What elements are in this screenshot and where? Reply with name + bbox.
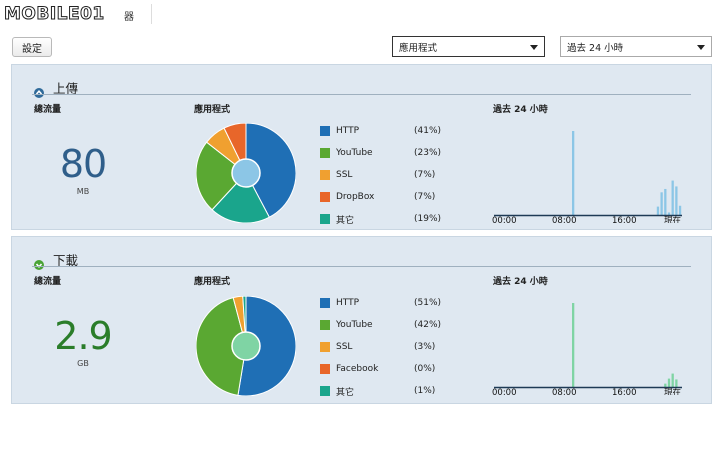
upload-legend-item: DropBox (7%) xyxy=(320,191,450,203)
site-logo: MOBILE01 xyxy=(4,3,105,25)
download-legend-percent: (1%) xyxy=(414,386,436,396)
download-legend-name: 其它 xyxy=(336,387,355,398)
time-range-select-value: 過去 24 小時 xyxy=(567,42,624,54)
download-legend-name: Facebook xyxy=(336,364,379,374)
download-history-tick-label: 08:00 xyxy=(552,388,577,395)
upload-legend-percent: (19%) xyxy=(414,214,442,224)
download-legend-percent: (51%) xyxy=(414,298,442,308)
upload-legend-swatch xyxy=(320,126,330,136)
top-divider xyxy=(151,4,152,24)
download-pie-center xyxy=(231,331,261,361)
download-total-unit: GB xyxy=(77,359,89,368)
download-legend-name: YouTube xyxy=(336,320,373,330)
time-range-select[interactable]: 過去 24 小時 xyxy=(560,36,712,57)
upload-history-bar xyxy=(678,205,682,215)
download-legend-item: HTTP (51%) xyxy=(320,297,450,309)
settings-button[interactable]: 設定 xyxy=(12,37,52,57)
app-select[interactable]: 應用程式 xyxy=(392,36,545,57)
logo-text: MOBILE01 xyxy=(4,4,105,25)
download-legend-item: YouTube (42%) xyxy=(320,319,450,331)
download-history-bar xyxy=(572,303,575,387)
upload-history-bar-chart: 00:00 08:00 16:00 現在 xyxy=(492,131,682,223)
download-legend-item: SSL (3%) xyxy=(320,341,450,353)
top-tab[interactable]: 器 xyxy=(124,8,134,23)
upload-legend-swatch xyxy=(320,214,330,224)
download-history-tick-label: 16:00 xyxy=(612,388,637,395)
upload-legend-swatch xyxy=(320,148,330,158)
download-legend-name: HTTP xyxy=(336,298,360,308)
upload-history-bar xyxy=(656,206,660,215)
upload-legend-item: 其它 (19%) xyxy=(320,213,450,226)
upload-apps-label: 應用程式 xyxy=(194,105,231,115)
chevron-down-icon xyxy=(530,45,538,50)
upload-legend-percent: (23%) xyxy=(414,148,442,158)
download-history-bar xyxy=(667,378,671,387)
upload-legend-item: YouTube (23%) xyxy=(320,147,450,159)
download-panel: 下載 總流量 2.9 GB 應用程式 HTTP (51%) YouTube (42%)… xyxy=(11,236,712,404)
upload-legend-item: HTTP (41%) xyxy=(320,125,450,137)
upload-legend-name: DropBox xyxy=(336,192,375,202)
download-legend-percent: (3%) xyxy=(414,342,436,352)
upload-history-bar xyxy=(660,192,663,215)
download-legend-swatch xyxy=(320,364,330,374)
download-legend-percent: (42%) xyxy=(414,320,442,330)
upload-legend-swatch xyxy=(320,170,330,180)
divider xyxy=(32,266,691,267)
upload-history-bar xyxy=(572,131,575,215)
upload-legend-percent: (7%) xyxy=(414,192,436,202)
upload-legend-item: SSL (7%) xyxy=(320,169,450,181)
upload-history-bar xyxy=(667,212,671,215)
upload-panel: 上傳 總流量 80 MB 應用程式 HTTP (41%) YouTube (23%) S… xyxy=(11,64,712,230)
download-total-value: 2.9 xyxy=(54,314,112,358)
upload-total-value: 80 xyxy=(59,142,107,186)
upload-history-bar xyxy=(664,188,667,215)
download-history-bar xyxy=(671,373,674,387)
upload-legend-name: 其它 xyxy=(336,215,355,226)
upload-pie-center xyxy=(231,158,261,188)
upload-history-tick-label: 16:00 xyxy=(612,216,637,223)
upload-history-label: 過去 24 小時 xyxy=(493,105,548,115)
upload-legend-name: HTTP xyxy=(336,126,360,136)
download-legend-swatch xyxy=(320,298,330,308)
upload-history-tick-label: 00:00 xyxy=(492,216,517,223)
upload-legend-name: YouTube xyxy=(336,148,373,158)
upload-app-pie-chart xyxy=(196,123,296,223)
upload-legend-name: SSL xyxy=(336,170,353,180)
upload-history-tick-label: 現在 xyxy=(664,215,681,223)
chevron-down-icon xyxy=(697,45,705,50)
download-legend-item: 其它 (1%) xyxy=(320,385,450,398)
upload-history-bar xyxy=(675,186,678,215)
download-legend-item: Facebook (0%) xyxy=(320,363,450,375)
upload-legend-percent: (7%) xyxy=(414,170,436,180)
upload-icon xyxy=(34,83,44,98)
download-history-bar xyxy=(664,383,667,387)
download-app-pie-chart xyxy=(196,296,296,396)
divider xyxy=(32,94,691,95)
download-legend-swatch xyxy=(320,342,330,352)
upload-legend-percent: (41%) xyxy=(414,126,442,136)
upload-history-bar xyxy=(671,180,674,215)
download-legend-name: SSL xyxy=(336,342,353,352)
download-legend-swatch xyxy=(320,386,330,396)
upload-total-label: 總流量 xyxy=(34,105,62,115)
upload-history-tick-label: 08:00 xyxy=(552,216,577,223)
download-history-tick-label: 00:00 xyxy=(492,388,517,395)
download-history-bar xyxy=(675,379,678,387)
download-history-label: 過去 24 小時 xyxy=(493,277,548,287)
app-select-value: 應用程式 xyxy=(399,42,438,54)
download-legend-percent: (0%) xyxy=(414,364,436,374)
download-history-bar-chart: 00:00 08:00 16:00 現在 xyxy=(492,303,682,395)
download-legend-swatch xyxy=(320,320,330,330)
download-icon xyxy=(34,255,44,270)
upload-total-unit: MB xyxy=(76,187,90,196)
download-history-tick-label: 現在 xyxy=(664,387,681,395)
download-total-label: 總流量 xyxy=(34,277,62,287)
upload-legend-swatch xyxy=(320,192,330,202)
top-bar: MOBILE01 器 xyxy=(0,0,720,30)
download-apps-label: 應用程式 xyxy=(194,277,231,287)
